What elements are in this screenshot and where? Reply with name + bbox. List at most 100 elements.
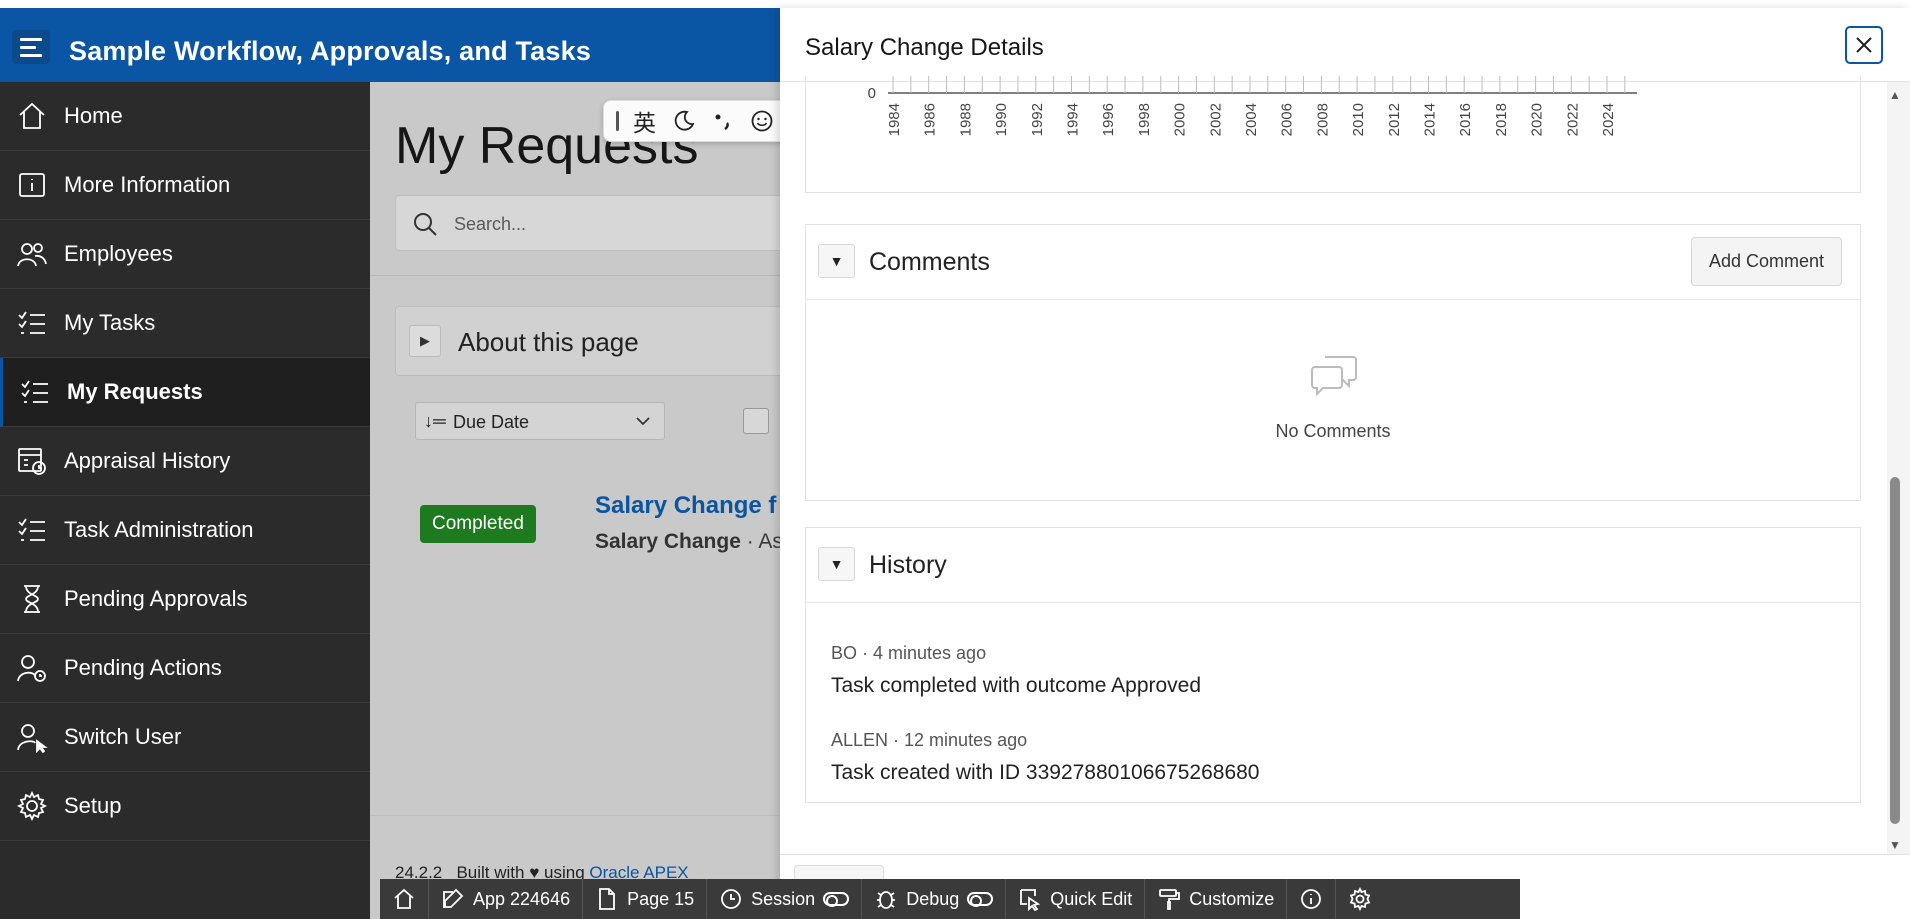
chart-axis: 0 1984 1986 1988 1990 1992 1994 1996 1998 2000 200…: [868, 76, 1637, 136]
moon-icon[interactable]: [665, 103, 702, 139]
x-tick-label: 2020: [1529, 103, 1546, 136]
sidebar-item-label: My Requests: [67, 379, 203, 404]
dev-quick-edit-button[interactable]: Quick Edit: [1006, 879, 1146, 919]
scrollbar-thumb[interactable]: [1890, 477, 1900, 824]
sidebar-item-pending-actions[interactable]: Pending Actions: [0, 634, 370, 703]
x-tick-label: 1996: [1100, 103, 1117, 136]
x-tick-label: 2012: [1386, 103, 1403, 136]
emoji-icon[interactable]: [743, 103, 780, 139]
sidebar-item-label: Home: [64, 103, 123, 128]
x-tick-label: 2014: [1422, 103, 1439, 136]
bug-icon: [877, 891, 896, 909]
dev-session-button[interactable]: Session: [707, 879, 863, 919]
comments-header: ▼ Comments Add Comment: [806, 225, 1860, 300]
edit-icon: [443, 888, 464, 908]
sidebar-item-appraisal-history[interactable]: Appraisal History: [0, 427, 370, 496]
info-icon: [0, 169, 64, 201]
sidebar-item-label: Employees: [64, 241, 173, 266]
search-icon: [414, 213, 437, 236]
status-badge: Completed: [420, 505, 536, 543]
divider: [370, 275, 780, 276]
history-header: ▼ History: [806, 528, 1860, 603]
dev-page-button[interactable]: Page 15: [583, 879, 708, 919]
sidebar-item-more-information[interactable]: More Information: [0, 151, 370, 220]
sidebar-item-pending-approvals[interactable]: Pending Approvals: [0, 565, 370, 634]
dev-settings-button[interactable]: [1336, 879, 1384, 919]
user-switch-icon: [0, 721, 64, 753]
dev-debug-label: Debug: [906, 888, 960, 909]
x-tick-label: 1986: [922, 103, 939, 136]
sidebar-item-label: Pending Actions: [64, 655, 222, 680]
hamburger-menu-button[interactable]: [12, 30, 50, 64]
sidebar-item-switch-user[interactable]: Switch User: [0, 703, 370, 772]
sidebar-item-label: Switch User: [64, 724, 182, 749]
checklist-icon: [3, 376, 67, 408]
x-tick-label: 2010: [1350, 103, 1367, 136]
sort-select[interactable]: ↓═ Due Date: [415, 402, 665, 440]
app-title[interactable]: Sample Workflow, Approvals, and Tasks: [69, 36, 591, 67]
collapse-icon[interactable]: ▼: [818, 244, 855, 278]
dev-home-button[interactable]: [380, 879, 429, 919]
empty-comments-text: No Comments: [1275, 421, 1391, 441]
gear-icon: [1350, 887, 1371, 911]
x-tick-label: 2002: [1207, 103, 1224, 136]
checklist-icon: [0, 307, 64, 339]
add-comment-button[interactable]: Add Comment: [1690, 237, 1842, 286]
x-tick-label: 2000: [1172, 103, 1189, 136]
y-tick-label: 0: [868, 85, 876, 102]
x-tick-label: 2004: [1243, 103, 1260, 136]
sidebar-item-label: My Tasks: [64, 310, 156, 335]
dev-info-button[interactable]: [1287, 879, 1337, 919]
app-header: Sample Workflow, Approvals, and Tasks: [0, 8, 780, 82]
punctuation-icon[interactable]: [704, 103, 741, 139]
user-clock-icon: [0, 652, 64, 684]
dev-debug-button[interactable]: Debug: [862, 879, 1007, 919]
toggle-icon[interactable]: [967, 892, 994, 907]
dev-customize-label: Customize: [1189, 888, 1275, 909]
request-title-link[interactable]: Salary Change f: [595, 492, 776, 520]
expand-icon[interactable]: ▶: [409, 325, 441, 357]
sidebar-item-label: Setup: [64, 793, 122, 818]
scroll-down-arrow[interactable]: ▼: [1889, 838, 1901, 852]
filter-checkbox[interactable]: [743, 408, 769, 434]
calendar-history-icon: [0, 445, 64, 477]
history-region: ▼ History BO · 4 minutes ago Task comple…: [805, 527, 1861, 803]
x-tick-label: 2018: [1493, 103, 1510, 136]
history-entry-text: Task completed with outcome Approved: [831, 674, 1202, 697]
sidebar-item-task-administration[interactable]: Task Administration: [0, 496, 370, 565]
dev-quick-edit-label: Quick Edit: [1050, 888, 1133, 909]
scroll-up-arrow[interactable]: ▲: [1889, 88, 1901, 102]
comments-title: Comments: [869, 248, 990, 276]
drag-handle[interactable]: [610, 111, 624, 131]
sidebar-item-my-tasks[interactable]: My Tasks: [0, 289, 370, 358]
dev-app-button[interactable]: App 224646: [429, 879, 584, 919]
toggle-icon[interactable]: [823, 892, 850, 907]
hourglass-icon: [0, 583, 64, 615]
x-tick-label: 1988: [957, 103, 974, 136]
footer-divider: [370, 815, 780, 816]
collapse-icon[interactable]: ▼: [818, 547, 855, 581]
x-tick-label: 1994: [1065, 103, 1082, 136]
sidebar-nav: Home More Information Employees My Tasks…: [0, 82, 370, 919]
checklist-icon: [0, 514, 64, 546]
x-tick-label: 1992: [1029, 103, 1046, 136]
home-icon: [394, 888, 414, 909]
cursor-select-icon: [1020, 889, 1041, 911]
language-toggle[interactable]: 英: [626, 103, 663, 139]
page-edit-icon: [599, 888, 615, 910]
sidebar-item-home[interactable]: Home: [0, 82, 370, 151]
salary-chart-region: 0 1984 1986 1988 1990 1992 1994 1996 1998 2000 200…: [805, 76, 1861, 193]
sidebar-item-my-requests[interactable]: My Requests: [0, 358, 370, 427]
close-button[interactable]: [1845, 26, 1883, 64]
sidebar-item-employees[interactable]: Employees: [0, 220, 370, 289]
request-sub-text: · As: [740, 530, 783, 553]
gear-icon: [0, 790, 64, 822]
sort-value: Due Date: [453, 412, 530, 432]
search-input[interactable]: Search...: [395, 195, 815, 251]
browser-top-edge: [0, 0, 1910, 8]
sidebar-item-setup[interactable]: Setup: [0, 772, 370, 841]
sort-icon: ↓═: [424, 411, 446, 431]
about-region[interactable]: ▶ About this page: [395, 306, 815, 376]
main-content: My Requests Search... ▶ About this page …: [370, 82, 815, 919]
dev-customize-button[interactable]: Customize: [1145, 879, 1288, 919]
